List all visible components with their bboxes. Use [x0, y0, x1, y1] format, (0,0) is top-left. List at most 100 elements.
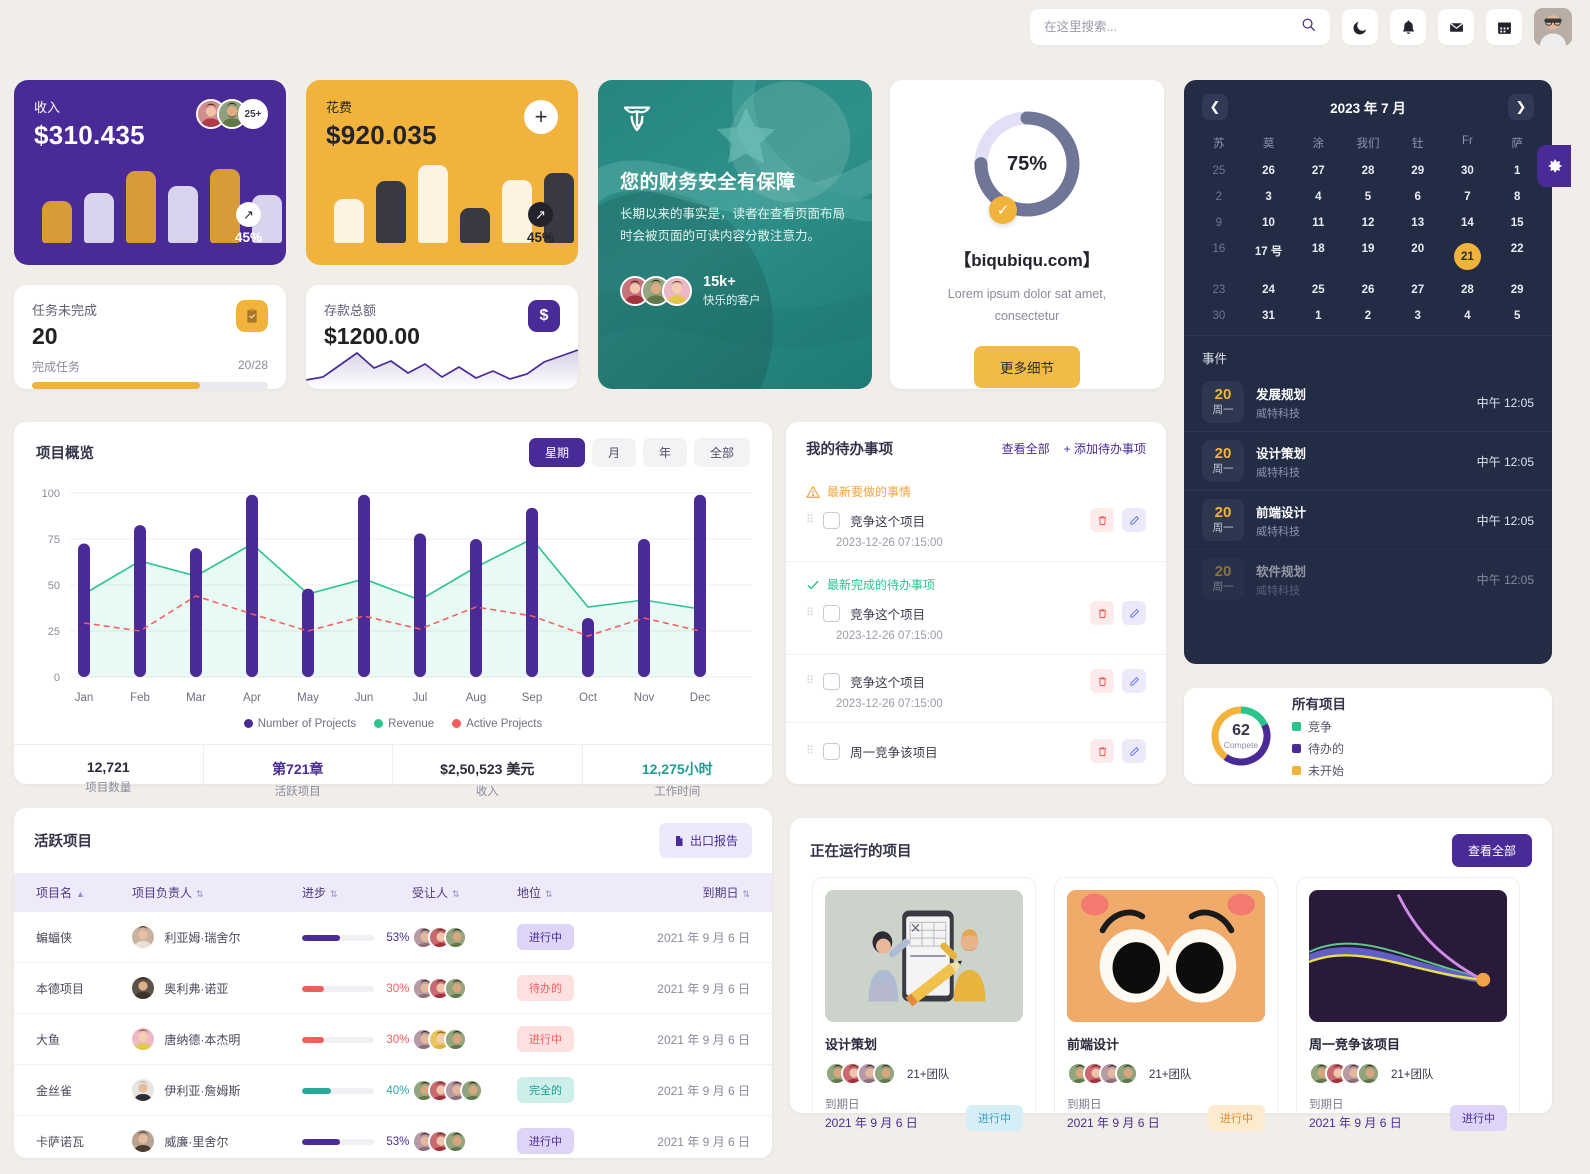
cal-day[interactable]: 12	[1343, 210, 1393, 236]
pencil-icon[interactable]	[1122, 601, 1146, 625]
pencil-icon[interactable]	[1122, 739, 1146, 763]
trash-icon[interactable]	[1090, 739, 1114, 763]
revenue-avatars[interactable]: 25+	[196, 99, 268, 129]
moon-icon[interactable]	[1342, 9, 1378, 45]
cal-day[interactable]: 5	[1492, 303, 1542, 329]
running-project-card[interactable]: 周一竞争该项目 21+团队 到期日 2021 年 9 月 6 日 进行中	[1296, 877, 1520, 1144]
cal-day[interactable]: 20	[1393, 236, 1443, 277]
cal-day[interactable]: 23	[1194, 277, 1244, 303]
cal-day[interactable]: 25	[1194, 158, 1244, 184]
col-owner[interactable]: 项目负责人 ⇅	[132, 873, 302, 912]
todo-view-all[interactable]: 查看全部	[1002, 440, 1050, 457]
cal-day[interactable]: 3	[1393, 303, 1443, 329]
pencil-icon[interactable]	[1122, 508, 1146, 532]
gear-icon[interactable]	[1537, 145, 1571, 187]
add-expense-button[interactable]: +	[524, 100, 558, 134]
table-row[interactable]: 本德项目 奥利弗·诺亚 30% 待办的 2021 年 9 月 6 日	[14, 962, 772, 1014]
todo-checkbox[interactable]	[823, 604, 841, 622]
cal-day[interactable]: 1	[1293, 303, 1343, 329]
trash-icon[interactable]	[1090, 669, 1114, 693]
cal-day[interactable]: 13	[1393, 210, 1443, 236]
col-assignee[interactable]: 受让人 ⇅	[412, 873, 517, 912]
trash-icon[interactable]	[1090, 508, 1114, 532]
cal-day[interactable]: 31	[1244, 303, 1294, 329]
search-input[interactable]	[1044, 20, 1293, 34]
search-box[interactable]	[1030, 9, 1330, 45]
todo-item[interactable]: ⠿ 竞争这个项目	[786, 597, 1166, 625]
avatar[interactable]	[1534, 8, 1572, 46]
todo-checkbox[interactable]	[823, 672, 841, 690]
export-report-button[interactable]: 出口报告	[658, 823, 752, 858]
todo-item[interactable]: ⠿ 竞争这个项目	[786, 504, 1166, 532]
running-project-card[interactable]: 设计策划 21+团队 到期日 2021 年 9 月 6 日 进行中	[812, 877, 1036, 1144]
cal-day[interactable]: 4	[1443, 303, 1493, 329]
drag-handle-icon[interactable]: ⠿	[806, 675, 814, 686]
cal-day[interactable]: 17 号	[1244, 236, 1294, 277]
col-status[interactable]: 地位 ⇅	[517, 873, 622, 912]
todo-checkbox[interactable]	[823, 511, 841, 529]
table-row[interactable]: 大鱼 唐纳德·本杰明 30% 进行中 2021 年 9 月 6 日	[14, 1013, 772, 1065]
cal-day[interactable]: 25	[1293, 277, 1343, 303]
drag-handle-icon[interactable]: ⠿	[806, 607, 814, 618]
cal-day[interactable]: 5	[1343, 184, 1393, 210]
event-row[interactable]: 20 周一 发展规划 威特科技 中午 12:05	[1184, 373, 1552, 431]
table-row[interactable]: 蝙蝠侠 利亚姆·瑞舍尔 53% 进行中 2021 年 9 月 6 日	[14, 912, 772, 963]
chart-filter-all[interactable]: 全部	[693, 438, 750, 467]
cal-day[interactable]: 19	[1343, 236, 1393, 277]
cal-day[interactable]: 26	[1343, 277, 1393, 303]
cal-day-selected[interactable]: 21	[1443, 236, 1493, 277]
drag-handle-icon[interactable]: ⠿	[806, 745, 814, 756]
assignee-stack[interactable]	[412, 925, 517, 949]
assignee-stack[interactable]	[412, 1027, 517, 1051]
assignee-stack[interactable]	[412, 1078, 517, 1102]
search-icon[interactable]	[1301, 17, 1316, 37]
cal-day[interactable]: 30	[1194, 303, 1244, 329]
running-view-all-button[interactable]: 查看全部	[1451, 834, 1532, 867]
col-project-name[interactable]: 项目名 ▲	[14, 873, 132, 912]
cal-day[interactable]: 16	[1194, 236, 1244, 277]
mail-icon[interactable]	[1438, 9, 1474, 45]
chevron-left-icon[interactable]: ❮	[1202, 94, 1228, 120]
pencil-icon[interactable]	[1122, 669, 1146, 693]
cal-day[interactable]: 6	[1393, 184, 1443, 210]
chart-filter-year[interactable]: 年	[642, 438, 687, 467]
chart-filter-week[interactable]: 星期	[528, 438, 585, 467]
cal-day[interactable]: 2	[1194, 184, 1244, 210]
assignee-stack[interactable]	[412, 976, 517, 1000]
cal-day[interactable]: 1	[1492, 158, 1542, 184]
cal-day[interactable]: 7	[1443, 184, 1493, 210]
cal-day[interactable]: 4	[1293, 184, 1343, 210]
bell-icon[interactable]	[1390, 9, 1426, 45]
cal-day[interactable]: 28	[1343, 158, 1393, 184]
cal-day[interactable]: 27	[1293, 158, 1343, 184]
running-project-card[interactable]: 前端设计 21+团队 到期日 2021 年 9 月 6 日 进行中	[1054, 877, 1278, 1144]
col-progress[interactable]: 进步 ⇅	[302, 873, 412, 912]
cal-day[interactable]: 11	[1293, 210, 1343, 236]
calendar-icon[interactable]	[1486, 9, 1522, 45]
table-row[interactable]: 卡萨诺瓦 威廉·里舍尔 53% 进行中 2021 年 9 月 6 日	[14, 1116, 772, 1159]
cal-day[interactable]: 27	[1393, 277, 1443, 303]
trash-icon[interactable]	[1090, 601, 1114, 625]
cal-day[interactable]: 8	[1492, 184, 1542, 210]
todo-add-button[interactable]: + 添加待办事项	[1064, 440, 1146, 457]
cal-day[interactable]: 26	[1244, 158, 1294, 184]
cal-day[interactable]: 18	[1293, 236, 1343, 277]
cal-day[interactable]: 30	[1443, 158, 1493, 184]
cal-day[interactable]: 14	[1443, 210, 1493, 236]
cal-day[interactable]: 2	[1343, 303, 1393, 329]
drag-handle-icon[interactable]: ⠿	[806, 514, 814, 525]
cal-day[interactable]: 9	[1194, 210, 1244, 236]
cal-day[interactable]: 3	[1244, 184, 1294, 210]
chart-filter-month[interactable]: 月	[591, 438, 636, 467]
cal-day[interactable]: 28	[1443, 277, 1493, 303]
event-row[interactable]: 20 周一 前端设计 威特科技 中午 12:05	[1184, 490, 1552, 549]
table-row[interactable]: 金丝雀 伊利亚·詹姆斯 40% 完全的 2021 年 9 月 6 日	[14, 1064, 772, 1116]
cal-day[interactable]: 29	[1492, 277, 1542, 303]
event-row[interactable]: 20 周一 设计策划 威特科技 中午 12:05	[1184, 431, 1552, 490]
chevron-right-icon[interactable]: ❯	[1507, 94, 1534, 120]
todo-item[interactable]: ⠿ 周一竞争该项目	[786, 723, 1166, 763]
cal-day[interactable]: 24	[1244, 277, 1294, 303]
cal-day[interactable]: 15	[1492, 210, 1542, 236]
event-row[interactable]: 20 周一 软件规划 威特科技 中午 12:05	[1184, 549, 1552, 608]
col-due-date[interactable]: 到期日 ⇅	[622, 873, 772, 912]
